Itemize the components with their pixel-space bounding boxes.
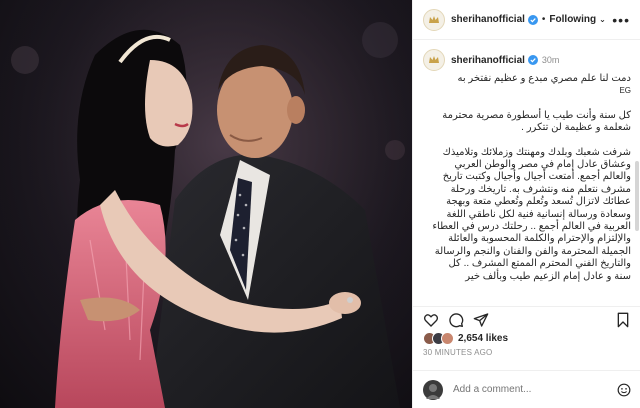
action-bar (413, 306, 640, 332)
user-photo-icon (426, 383, 440, 399)
more-options-icon[interactable]: ••• (612, 13, 630, 27)
caption-paragraph-3: شرفت شعبك وبلدك ومهنتك وزملائك وتلاميذك … (432, 146, 631, 282)
verified-badge-icon (527, 14, 538, 25)
following-button[interactable]: Following ⌄ (549, 14, 605, 25)
verified-badge-icon (527, 55, 538, 65)
egypt-flag-icon: EG (619, 86, 631, 96)
post-photo[interactable] (0, 0, 412, 408)
following-label: Following (549, 14, 597, 25)
caption-text: دمت لنا علم مصري مبدع و عظيم نفتخر به EG … (423, 73, 631, 283)
header-username[interactable]: sherihanofficial (451, 14, 525, 25)
post-header: sherihanofficial • Following ⌄ ••• (413, 0, 640, 40)
caption-header: sherihanofficial 30m (423, 49, 631, 71)
caption-username[interactable]: sherihanofficial (451, 55, 525, 66)
separator-dot: • (541, 14, 546, 25)
post-side-panel: sherihanofficial • Following ⌄ ••• sheri… (412, 0, 640, 408)
comment-input[interactable] (453, 384, 593, 395)
caption-paragraph-1: دمت لنا علم مصري مبدع و عظيم نفتخر به EG (457, 73, 631, 96)
photo-illustration (0, 0, 412, 408)
caption-paragraph-2: كل سنة وأنت طيب يا أسطورة مصرية محترمة ش… (442, 109, 631, 134)
profile-avatar[interactable] (423, 8, 445, 31)
emoji-icon[interactable] (617, 383, 631, 397)
likes-row[interactable]: 2,654 likes (423, 332, 508, 345)
liker-avatar (441, 332, 454, 345)
comment-icon[interactable] (448, 312, 464, 328)
crown-logo-icon (429, 56, 439, 63)
caption-area: sherihanofficial 30m دمت لنا علم مصري مب… (413, 41, 640, 303)
liker-avatars (423, 332, 454, 345)
post-timestamp: 30 MINUTES AGO (423, 348, 493, 357)
caption-avatar[interactable] (423, 49, 445, 71)
comment-bar (413, 370, 640, 408)
caption-scrollbar[interactable] (635, 161, 639, 231)
current-user-avatar (423, 379, 443, 400)
bookmark-icon[interactable] (615, 312, 631, 328)
instagram-post: sherihanofficial • Following ⌄ ••• sheri… (0, 0, 640, 408)
likes-count[interactable]: 2,654 likes (458, 333, 508, 344)
crown-logo-icon (429, 15, 439, 23)
caption-time: 30m (541, 55, 560, 65)
heart-icon[interactable] (423, 312, 439, 328)
share-icon[interactable] (473, 312, 489, 328)
chevron-down-icon: ⌄ (599, 15, 606, 24)
